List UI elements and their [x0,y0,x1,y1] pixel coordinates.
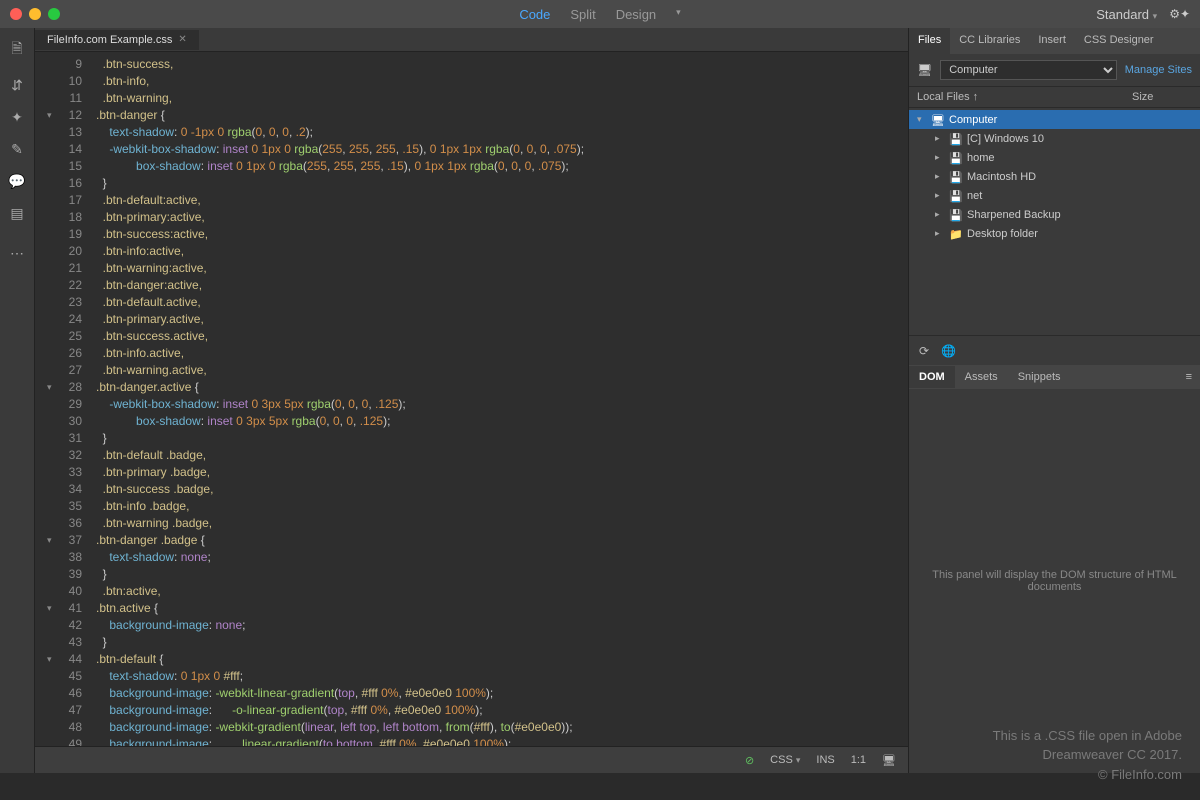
refresh-icon[interactable]: ⟳ [919,344,929,358]
tree-label: net [967,190,982,202]
tree-node[interactable]: ▸💾home [909,148,1200,167]
status-pos: 1:1 [851,754,866,766]
collapse-icon[interactable]: ▤ [10,205,23,222]
computer-icon: 🖥 [917,63,932,77]
more-icon[interactable]: ⋯ [10,245,24,262]
comment-icon[interactable]: 💬 [8,173,25,190]
tree-node[interactable]: ▸💾[C] Windows 10 [909,129,1200,148]
highlight-icon[interactable]: ✦ [11,109,23,126]
dom-tab-snippets[interactable]: Snippets [1008,366,1071,388]
tree-node[interactable]: ▸💾Macintosh HD [909,167,1200,186]
col-local-files[interactable]: Local Files ↑ [917,91,1132,103]
view-dropdown-icon[interactable]: ▾ [676,7,681,22]
folder-icon: 📁 [949,228,963,240]
tree-label: Macintosh HD [967,171,1036,183]
tree-label: Desktop folder [967,228,1038,240]
tree-label: Sharpened Backup [967,209,1061,221]
tree-node[interactable]: ▸💾net [909,186,1200,205]
ftp-log-icon[interactable]: 🌐 [941,344,956,358]
workspace-selector[interactable]: Standard ▾ [1096,7,1157,22]
tree-label: [C] Windows 10 [967,133,1044,145]
panel-tab-files[interactable]: Files [909,28,950,54]
drive-icon: 💾 [949,171,963,183]
code-editor[interactable]: 9101112131415161718192021222324252627282… [35,52,908,746]
tree-label: Computer [949,114,997,126]
computer-icon: 🖥 [931,114,945,126]
code-area[interactable]: .btn-success, .btn-info, .btn-warning,.b… [90,52,908,746]
col-size[interactable]: Size [1132,91,1192,103]
file-tabs: FileInfo.com Example.css ✕ [35,28,908,52]
zoom-window-button[interactable] [48,8,60,20]
window-controls [10,8,60,20]
drive-icon: 💾 [949,190,963,202]
preview-icon[interactable]: 🖥 [882,754,896,767]
panel-tab-insert[interactable]: Insert [1029,28,1075,54]
panel-tab-cc-libraries[interactable]: CC Libraries [950,28,1029,54]
drive-icon: 💾 [949,152,963,164]
status-lang[interactable]: CSS ▾ [770,754,800,766]
watermark-caption: This is a .CSS file open in AdobeDreamwe… [993,726,1182,785]
tree-label: home [967,152,995,164]
status-bar: ⊘ CSS ▾ INS 1:1 🖥 [35,746,908,773]
drive-icon: 💾 [949,133,963,145]
files-panel-tabs: FilesCC LibrariesInsertCSS Designer [909,28,1200,54]
minimize-window-button[interactable] [29,8,41,20]
panel-menu-icon[interactable]: ≡ [1176,366,1200,388]
file-tab-label: FileInfo.com Example.css [47,34,172,46]
files-panel-toolbar: ⟳ 🌐 [909,335,1200,365]
dom-panel-tabs: DOMAssetsSnippets ≡ [909,365,1200,389]
line-gutter: 9101112131415161718192021222324252627282… [35,52,90,746]
dom-empty-message: This panel will display the DOM structur… [909,389,1200,773]
dom-tab-assets[interactable]: Assets [955,366,1008,388]
view-switcher: Code Split Design ▾ [519,7,680,22]
tool-column: 🗎 ⇵ ✦ ✎ 💬 ▤ ⋯ [0,28,35,773]
view-tab-code[interactable]: Code [519,7,550,22]
file-list-header[interactable]: Local Files ↑ Size [909,87,1200,108]
dom-tab-dom[interactable]: DOM [909,366,955,388]
file-manage-icon[interactable]: 🗎 [11,38,22,62]
file-tab[interactable]: FileInfo.com Example.css ✕ [35,30,199,50]
site-selector[interactable]: Computer [940,60,1117,80]
manage-sites-link[interactable]: Manage Sites [1125,64,1192,76]
panel-tab-css-designer[interactable]: CSS Designer [1075,28,1163,54]
view-tab-split[interactable]: Split [570,7,595,22]
split-vert-icon[interactable]: ⇵ [11,77,23,94]
titlebar: Code Split Design ▾ Standard ▾ ⚙✦ [0,0,1200,28]
format-icon[interactable]: ✎ [11,141,23,158]
tree-node[interactable]: ▸📁Desktop folder [909,224,1200,243]
close-window-button[interactable] [10,8,22,20]
status-mode: INS [816,754,834,766]
sync-settings-icon[interactable]: ⚙✦ [1169,7,1190,21]
right-panel: FilesCC LibrariesInsertCSS Designer 🖥 Co… [908,28,1200,773]
status-ok-icon: ⊘ [745,754,754,767]
file-tree: ▾🖥Computer▸💾[C] Windows 10▸💾home▸💾Macint… [909,108,1200,245]
view-tab-design[interactable]: Design [616,7,656,22]
drive-icon: 💾 [949,209,963,221]
close-tab-icon[interactable]: ✕ [178,34,186,45]
tree-node[interactable]: ▾🖥Computer [909,110,1200,129]
tree-node[interactable]: ▸💾Sharpened Backup [909,205,1200,224]
